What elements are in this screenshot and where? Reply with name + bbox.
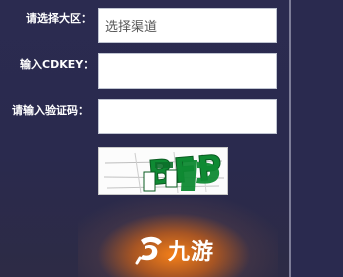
brand-mark: 九游 [132, 234, 214, 266]
region-placeholder: 选择渠道 [105, 20, 158, 35]
captcha-label: 请输入验证码： [12, 104, 89, 117]
region-select[interactable]: 选择渠道 [98, 8, 277, 43]
region-label: 请选择大区： [26, 12, 92, 25]
jiuyou-logo-icon [135, 236, 162, 265]
cdkey-input[interactable] [98, 53, 277, 89]
panel-divider [289, 0, 291, 277]
captcha-image[interactable]: BFP [98, 147, 228, 195]
right-edge-strip [291, 0, 343, 277]
brand-name: 九游 [168, 240, 215, 265]
captcha-input[interactable] [98, 99, 277, 134]
cdkey-label: 输入CDKEY： [20, 58, 95, 71]
captcha-graphic: BFP [99, 148, 227, 194]
